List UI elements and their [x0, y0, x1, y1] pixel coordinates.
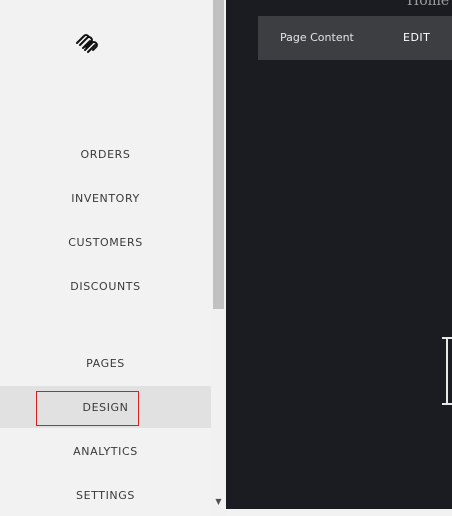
- nav-item-label: ORDERS: [80, 147, 131, 161]
- site-preview: Home Page Content EDIT: [226, 0, 452, 509]
- nav-item-inventory[interactable]: INVENTORY: [0, 177, 211, 219]
- nav-item-analytics[interactable]: ANALYTICS: [0, 430, 211, 472]
- edit-button[interactable]: EDIT: [403, 16, 430, 60]
- design-highlight-box: [36, 391, 139, 426]
- hero-heading-fragment: [442, 337, 452, 405]
- scroll-down-arrow-icon[interactable]: ▼: [213, 497, 224, 507]
- nav-item-label: SETTINGS: [76, 488, 135, 502]
- nav-item-label: CUSTOMERS: [68, 235, 143, 249]
- nav-item-label: DISCOUNTS: [70, 279, 141, 293]
- page-content-bar: Page Content EDIT: [258, 16, 452, 60]
- sidebar: ORDERS INVENTORY CUSTOMERS DISCOUNTS PAG…: [0, 0, 211, 516]
- home-nav-link[interactable]: Home: [407, 0, 449, 9]
- nav-item-discounts[interactable]: DISCOUNTS: [0, 265, 211, 307]
- nav-item-label: INVENTORY: [71, 191, 140, 205]
- scrollbar-thumb[interactable]: [213, 0, 224, 309]
- nav-item-label: ANALYTICS: [73, 444, 138, 458]
- page-content-label: Page Content: [280, 31, 354, 44]
- squarespace-logo-icon[interactable]: [74, 33, 100, 53]
- nav-item-pages[interactable]: PAGES: [0, 342, 211, 384]
- nav-item-settings[interactable]: SETTINGS: [0, 474, 211, 516]
- nav-item-label: PAGES: [86, 356, 125, 370]
- nav-item-customers[interactable]: CUSTOMERS: [0, 221, 211, 263]
- nav-item-orders[interactable]: ORDERS: [0, 133, 211, 175]
